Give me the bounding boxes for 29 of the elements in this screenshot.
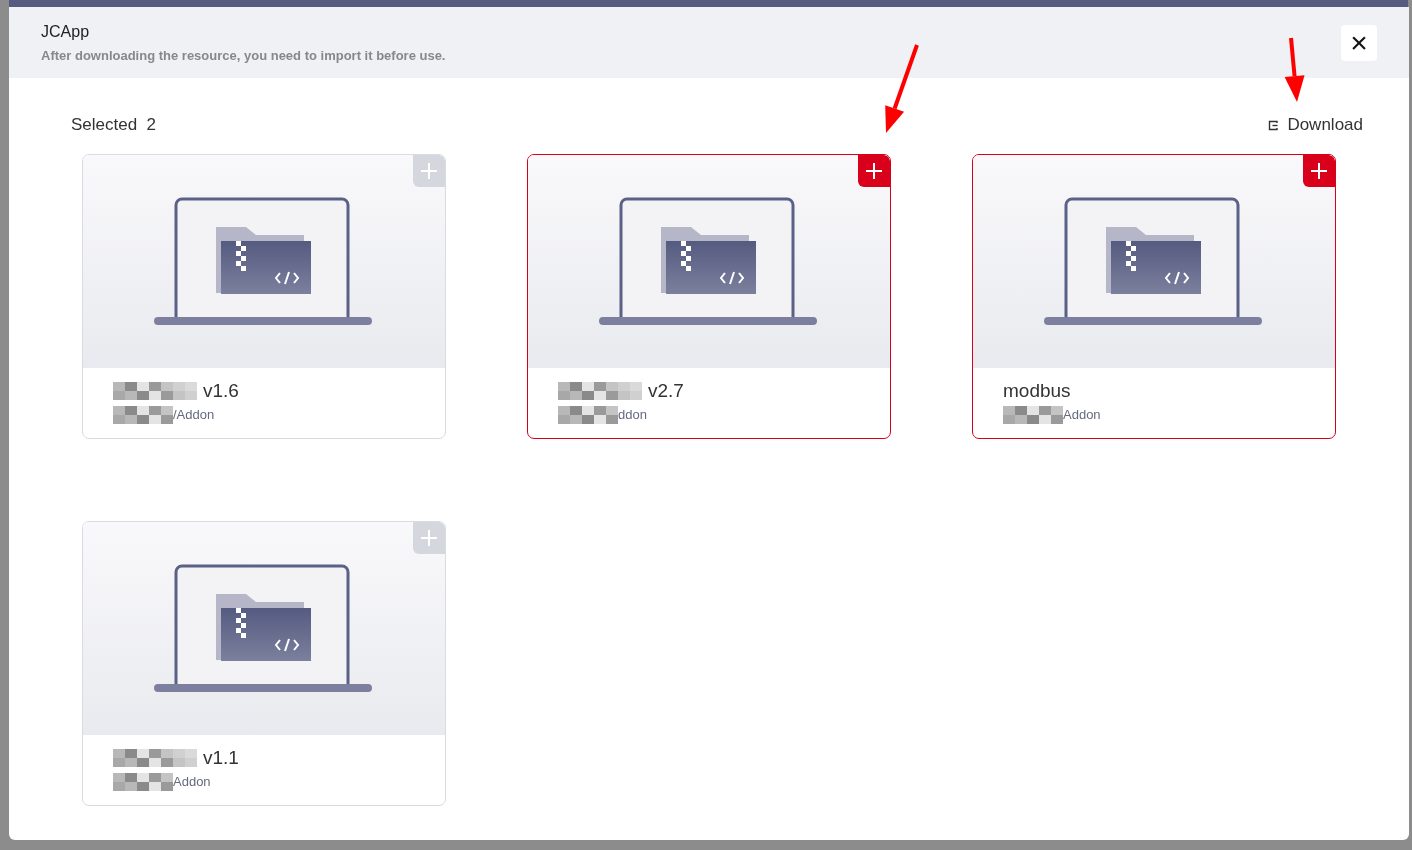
resource-card[interactable]: v2.7 ddon — [527, 154, 891, 439]
card-title: v2.7 — [648, 378, 684, 403]
laptop-folder-icon — [1044, 196, 1264, 327]
card-title: v1.6 — [203, 378, 239, 403]
download-button[interactable]: Download — [1268, 112, 1363, 138]
resource-card[interactable]: modbus Addon — [972, 154, 1336, 439]
card-path: ddon — [618, 406, 647, 425]
laptop-folder-icon — [599, 196, 819, 327]
laptop-folder-icon — [154, 563, 374, 694]
plus-icon — [421, 163, 437, 179]
add-button[interactable] — [1303, 155, 1335, 187]
selected-count: Selected 2 — [71, 114, 157, 137]
resource-card[interactable]: v1.1 Addon — [82, 521, 446, 806]
export-icon — [1268, 119, 1280, 131]
plus-icon — [866, 163, 882, 179]
card-title: v1.1 — [203, 745, 239, 770]
resource-card[interactable]: v1.6 /Addon — [82, 154, 446, 439]
plus-icon — [1311, 163, 1327, 179]
card-title: modbus — [1003, 378, 1071, 403]
annotation-arrow — [1284, 37, 1305, 102]
add-button[interactable] — [858, 155, 890, 187]
plus-icon — [421, 530, 437, 546]
card-path: Addon — [173, 773, 211, 792]
card-path: Addon — [1063, 406, 1101, 425]
close-button[interactable]: × — [1341, 25, 1377, 61]
laptop-folder-icon — [154, 196, 374, 327]
card-path: /Addon — [173, 406, 215, 425]
dialog-subtitle: After downloading the resource, you need to import it before use. — [41, 47, 447, 65]
dialog-title: JCApp — [41, 22, 90, 42]
